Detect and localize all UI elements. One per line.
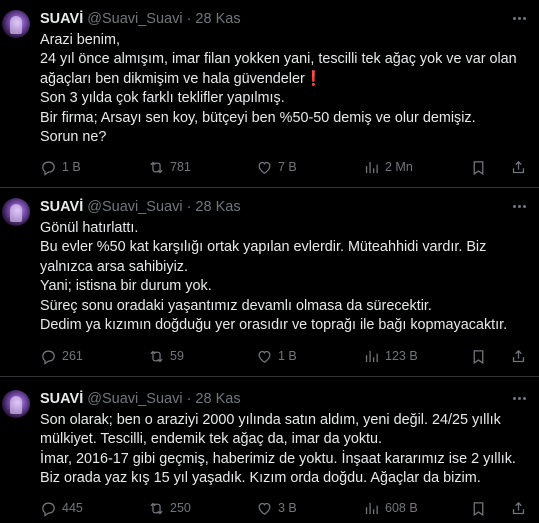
separator-dot: · <box>186 199 192 215</box>
display-name[interactable]: SUAVİ <box>40 199 83 215</box>
views-button[interactable]: 608 B <box>363 498 418 518</box>
reply-button[interactable]: 1 B <box>40 157 81 177</box>
tweet[interactable]: SUAVİ @Suavi_Suavi · 28 Kas Arazi benim,… <box>0 0 539 188</box>
reply-count: 445 <box>62 501 83 515</box>
retweet-button[interactable]: 250 <box>148 498 191 518</box>
bookmark-button[interactable] <box>470 498 487 518</box>
retweet-icon <box>150 502 163 514</box>
tweet-feed: SUAVİ @Suavi_Suavi · 28 Kas Arazi benim,… <box>0 0 539 523</box>
tweet-text-line: Son olarak; ben o araziyi 2000 yılında s… <box>40 412 501 428</box>
tweet-actions: 445 250 3 B 608 B <box>40 498 539 518</box>
reply-button[interactable]: 261 <box>40 346 83 366</box>
reply-icon <box>42 350 55 365</box>
tweet-date[interactable]: 28 Kas <box>195 11 240 27</box>
views-button[interactable]: 123 B <box>363 346 418 366</box>
like-icon <box>258 350 271 363</box>
views-count: 608 B <box>385 501 418 515</box>
tweet-text-line: mülkiyet. Tescilli, endemik tek ağaç da,… <box>40 431 383 448</box>
reply-button[interactable]: 445 <box>40 498 83 518</box>
tweet-header: SUAVİ @Suavi_Suavi · 28 Kas <box>40 9 241 29</box>
tweet-date[interactable]: 28 Kas <box>195 391 240 407</box>
tweet-text-line: İmar, 2016-17 gibi geçmiş, haberimiz de … <box>40 450 516 467</box>
tweet-text-line: Sorun ne? <box>40 129 107 146</box>
like-icon <box>258 161 271 174</box>
like-icon <box>258 502 271 515</box>
like-count: 1 B <box>278 349 297 363</box>
user-handle[interactable]: @Suavi_Suavi <box>87 199 182 215</box>
tweet-text-line: Yani; istisna bir durum yok. <box>40 278 212 295</box>
share-button[interactable] <box>510 498 527 518</box>
tweet-text: Son olarak; ben o araziyi 2000 yılında s… <box>40 411 529 489</box>
display-name[interactable]: SUAVİ <box>40 11 83 27</box>
more-icon[interactable] <box>509 390 529 406</box>
retweet-button[interactable]: 781 <box>148 157 191 177</box>
views-icon <box>365 161 378 173</box>
views-count: 2 Mn <box>385 160 413 174</box>
avatar[interactable] <box>2 10 30 38</box>
tweet-text: Gönül hatırlattı. Bu evler %50 kat karşı… <box>40 219 529 335</box>
bookmark-button[interactable] <box>470 157 487 177</box>
tweet-text-line: yalnızca arsa sahibiyiz. <box>40 258 188 275</box>
tweet[interactable]: SUAVİ @Suavi_Suavi · 28 Kas Gönül hatırl… <box>0 188 539 377</box>
separator-dot: · <box>186 11 192 27</box>
retweet-button[interactable]: 59 <box>148 346 184 366</box>
retweet-icon <box>150 350 163 362</box>
more-icon[interactable] <box>509 10 529 26</box>
tweet-header: SUAVİ @Suavi_Suavi · 28 Kas <box>40 389 241 409</box>
separator-dot: · <box>186 391 192 407</box>
user-handle[interactable]: @Suavi_Suavi <box>87 391 182 407</box>
tweet-text-line: Biz orada yaz kış 15 yıl yaşadık. Kızım … <box>40 470 481 487</box>
tweet-text-line: Arazi benim, <box>40 32 120 48</box>
views-button[interactable]: 2 Mn <box>363 157 413 177</box>
bookmark-button[interactable] <box>470 346 487 366</box>
tweet-header: SUAVİ @Suavi_Suavi · 28 Kas <box>40 197 241 217</box>
tweet-text-line: 24 yıl önce almışım, imar filan yokken y… <box>40 51 517 68</box>
reply-icon <box>42 161 55 176</box>
tweet-text-line: ağaçları ben dikmişim ve hala güvendeler… <box>40 70 323 87</box>
retweet-count: 59 <box>170 349 184 363</box>
reply-count: 1 B <box>62 160 81 174</box>
tweet-text-line: Süreç sonu oradaki yaşantımız devamlı ol… <box>40 297 432 314</box>
user-handle[interactable]: @Suavi_Suavi <box>87 11 182 27</box>
like-count: 3 B <box>278 501 297 515</box>
tweet-text-line: Bu evler %50 kat karşılığı ortak yapılan… <box>40 239 487 256</box>
retweet-count: 250 <box>170 501 191 515</box>
tweet-date[interactable]: 28 Kas <box>195 199 240 215</box>
tweet-text-line: Gönül hatırlattı. <box>40 220 139 236</box>
avatar[interactable] <box>2 390 30 418</box>
like-button[interactable]: 7 B <box>256 157 297 177</box>
tweet-text: Arazi benim, 24 yıl önce almışım, imar f… <box>40 31 529 147</box>
tweet-text-line: Dedim ya kızımın doğduğu yer orasıdır ve… <box>40 317 508 334</box>
tweet-text-line: Son 3 yılda çok farklı teklifler yapılmı… <box>40 90 285 107</box>
reply-count: 261 <box>62 349 83 363</box>
share-button[interactable] <box>510 346 527 366</box>
like-button[interactable]: 3 B <box>256 498 297 518</box>
tweet-actions: 261 59 1 B 123 B <box>40 346 539 366</box>
tweet[interactable]: SUAVİ @Suavi_Suavi · 28 Kas Son olarak; … <box>0 377 539 523</box>
share-icon <box>512 160 525 173</box>
like-button[interactable]: 1 B <box>256 346 297 366</box>
more-icon[interactable] <box>509 198 529 214</box>
bookmark-icon <box>473 349 484 364</box>
bookmark-icon <box>473 160 484 175</box>
display-name[interactable]: SUAVİ <box>40 391 83 407</box>
share-button[interactable] <box>510 157 527 177</box>
avatar[interactable] <box>2 198 30 226</box>
views-count: 123 B <box>385 349 418 363</box>
views-icon <box>365 350 378 362</box>
reply-icon <box>42 502 55 517</box>
like-count: 7 B <box>278 160 297 174</box>
tweet-actions: 1 B 781 7 B 2 Mn <box>40 157 539 177</box>
bookmark-icon <box>473 501 484 516</box>
retweet-count: 781 <box>170 160 191 174</box>
share-icon <box>512 349 525 362</box>
tweet-text-line: Bir firma; Arsayı sen koy, bütçeyi ben %… <box>40 109 476 126</box>
retweet-icon <box>150 161 163 173</box>
views-icon <box>365 502 378 514</box>
share-icon <box>512 501 525 514</box>
